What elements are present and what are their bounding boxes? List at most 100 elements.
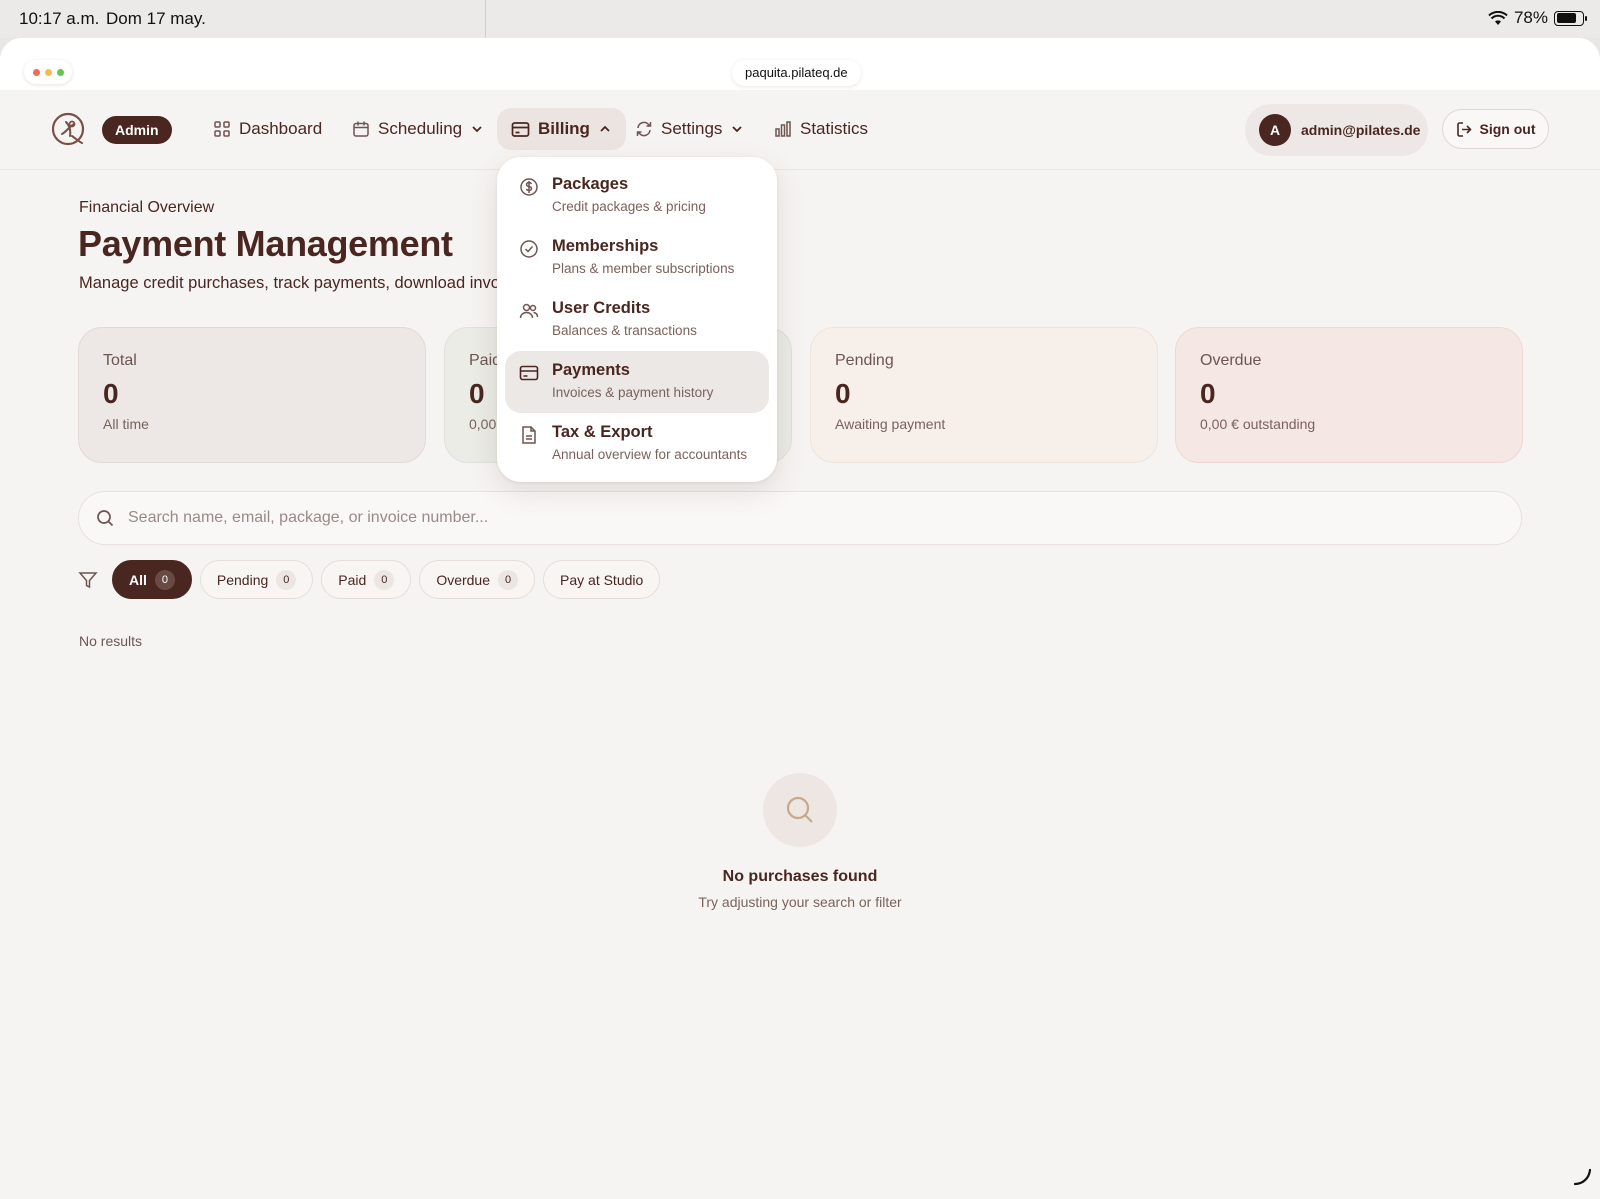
filter-chip-pay-at-studio[interactable]: Pay at Studio: [543, 560, 661, 599]
wifi-icon: [1488, 10, 1508, 25]
search-icon: [97, 510, 114, 527]
battery-percent: 78%: [1513, 8, 1548, 27]
user-email: admin@pilates.de: [1301, 122, 1421, 138]
menu-item-subtitle: Credit packages & pricing: [552, 199, 706, 214]
grid-icon: [214, 121, 230, 137]
menu-item-subtitle: Invoices & payment history: [552, 385, 714, 400]
browser-window: paquita.pilateq.de Admin Dashboard Sched…: [0, 38, 1600, 1199]
status-date: Dom 17 may.: [106, 9, 206, 28]
page-title: Payment Management: [78, 223, 453, 264]
filter-label: Paid: [338, 571, 367, 588]
zoom-dot-icon[interactable]: [56, 68, 64, 76]
chevron-down-icon: [732, 126, 743, 133]
status-right: 78%: [1488, 8, 1587, 28]
credit-card-icon: [511, 121, 530, 137]
avatar: A: [1259, 114, 1291, 146]
credit-card-icon: [519, 365, 539, 381]
page-eyebrow: Financial Overview: [79, 199, 215, 216]
close-dot-icon[interactable]: [32, 68, 40, 76]
menu-item-subtitle: Plans & member subscriptions: [552, 261, 735, 276]
empty-state-search-icon: [763, 773, 837, 847]
stat-note: 0,00 € outstanding: [1200, 416, 1316, 432]
menu-item-title: Payments: [552, 361, 630, 379]
menu-item-subtitle: Annual overview for accountants: [552, 447, 748, 462]
nav-statistics-label: Statistics: [800, 119, 869, 138]
stat-card-overdue: Overdue 0 0,00 € outstanding: [1175, 327, 1523, 463]
filter-label: All: [129, 571, 147, 588]
results-count: No results: [79, 633, 143, 649]
stat-card-total: Total 0 All time: [78, 327, 426, 463]
filter-chip-all[interactable]: All 0: [112, 560, 192, 599]
check-circle-icon: [520, 240, 538, 258]
menu-item-title: Tax & Export: [552, 423, 653, 441]
nav-settings[interactable]: Settings: [621, 108, 758, 150]
refresh-icon: [636, 121, 652, 137]
stat-value: 0: [1200, 378, 1216, 409]
search-icon: [786, 796, 813, 823]
menu-item-title: Memberships: [552, 237, 659, 255]
minimize-dot-icon[interactable]: [44, 68, 52, 76]
stat-value: 0: [103, 378, 119, 409]
chevron-down-icon: [472, 126, 482, 133]
app-header: Admin Dashboard Scheduling Billing Setti…: [0, 90, 1600, 170]
menu-item-title: Packages: [552, 175, 629, 193]
menu-item-tax-export[interactable]: Tax & Export Annual overview for account…: [505, 413, 769, 475]
nav-scheduling-label: Scheduling: [378, 119, 463, 138]
nav-settings-label: Settings: [661, 119, 723, 138]
page-subtitle: Manage credit purchases, track payments,…: [79, 274, 499, 292]
status-bar: 10:17 a.m. Dom 17 may. 78%: [0, 0, 1600, 38]
nav-statistics[interactable]: Statistics: [760, 108, 882, 150]
bar-chart-icon: [775, 121, 791, 137]
resize-corner-icon[interactable]: [1572, 1167, 1592, 1187]
dollar-icon: [520, 178, 538, 196]
stat-card-pending: Pending 0 Awaiting payment: [810, 327, 1158, 463]
menu-item-packages[interactable]: Packages Credit packages & pricing: [505, 165, 769, 227]
nav-dashboard[interactable]: Dashboard: [199, 108, 336, 150]
url-bar[interactable]: paquita.pilateq.de: [732, 60, 861, 86]
filter-chip-paid[interactable]: Paid 0: [321, 560, 412, 599]
pilates-logo-icon[interactable]: [50, 110, 88, 148]
stat-label: Pending: [835, 352, 894, 369]
nav-billing-label: Billing: [538, 119, 590, 138]
filter-label: Pending: [216, 571, 269, 588]
browser-toolbar: paquita.pilateq.de: [0, 38, 1600, 90]
stat-value: 0: [835, 378, 851, 409]
sign-out-icon: [1456, 121, 1472, 137]
stat-note: Awaiting payment: [835, 416, 946, 432]
filter-label: Pay at Studio: [560, 571, 644, 588]
menu-item-title: User Credits: [552, 299, 651, 317]
stat-label: Total: [103, 352, 137, 369]
search-bar[interactable]: [78, 491, 1522, 545]
filter-chip-overdue[interactable]: Overdue 0: [419, 560, 536, 599]
status-time: 10:17 a.m.: [19, 9, 100, 28]
menu-item-memberships[interactable]: Memberships Plans & member subscriptions: [505, 227, 769, 289]
search-input[interactable]: [128, 509, 1428, 527]
nav-billing[interactable]: Billing: [497, 108, 626, 150]
nav-scheduling[interactable]: Scheduling: [338, 108, 498, 150]
filter-count: 0: [498, 569, 519, 590]
filter-label: Overdue: [436, 571, 491, 588]
menu-item-user-credits[interactable]: User Credits Balances & transactions: [505, 289, 769, 351]
chevron-up-icon: [600, 125, 610, 132]
sign-out-button[interactable]: Sign out: [1442, 109, 1549, 149]
empty-state-subtitle: Try adjusting your search or filter: [698, 894, 902, 910]
sign-out-label: Sign out: [1479, 121, 1536, 137]
stat-label: Overdue: [1200, 352, 1262, 369]
users-icon: [519, 303, 539, 319]
menu-item-subtitle: Balances & transactions: [552, 323, 697, 338]
filter-bar: All 0 Pending 0 Paid 0 Overdue 0 Pay at …: [78, 560, 661, 599]
battery-icon: [1554, 10, 1587, 26]
menu-item-payments[interactable]: Payments Invoices & payment history: [505, 351, 769, 413]
filter-count: 0: [154, 569, 175, 590]
filter-chip-pending[interactable]: Pending 0: [199, 560, 314, 599]
filter-count: 0: [276, 569, 297, 590]
status-divider: [485, 0, 486, 38]
user-menu[interactable]: A admin@pilates.de: [1245, 104, 1428, 156]
window-controls[interactable]: [24, 60, 72, 84]
stat-note: All time: [103, 416, 149, 432]
filter-count: 0: [374, 569, 395, 590]
filter-icon: [78, 571, 98, 588]
billing-dropdown-menu: Packages Credit packages & pricing Membe…: [497, 157, 777, 482]
document-icon: [522, 426, 536, 444]
nav-dashboard-label: Dashboard: [239, 119, 323, 138]
